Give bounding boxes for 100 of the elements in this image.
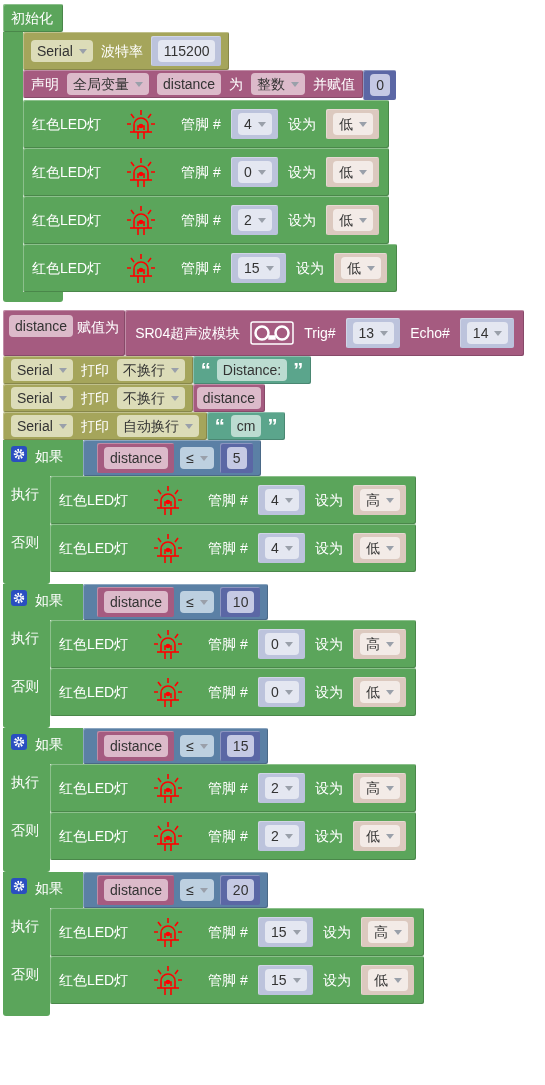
led-block[interactable]: 红色LED灯 管脚 # 0 设为 高	[50, 620, 416, 668]
print-block[interactable]: Serial 打印 自动换行	[3, 412, 207, 440]
branch-label: 执行	[11, 774, 39, 790]
print-block[interactable]: Serial 打印 不换行	[3, 384, 193, 412]
block-label: 设为	[287, 210, 316, 230]
led-block[interactable]: 红色LED灯 管脚 # 15 设为 低	[23, 244, 397, 292]
dropdown[interactable]: 15	[237, 257, 280, 279]
compare-block[interactable]: distance ≤ 20	[83, 872, 269, 908]
dropdown[interactable]: 高	[359, 633, 400, 655]
dropdown[interactable]: 2	[237, 209, 272, 231]
dropdown[interactable]: 4	[264, 537, 299, 559]
serial-begin-block[interactable]: Serial 波特率 115200	[23, 32, 230, 70]
variable-name-field[interactable]: distance	[157, 73, 222, 95]
variable-field[interactable]: distance	[104, 735, 169, 757]
dropdown[interactable]: 整数	[251, 73, 306, 95]
quote-mark: ”	[267, 416, 278, 436]
dropdown[interactable]: 15	[264, 969, 307, 991]
if-label: 如果	[35, 879, 63, 898]
caret-icon	[385, 641, 394, 647]
dropdown[interactable]: 不换行	[116, 387, 185, 409]
text-block[interactable]: “ cm ”	[206, 412, 286, 440]
led-block[interactable]: 红色LED灯 管脚 # 2 设为 高	[50, 764, 416, 812]
block-label: 红色LED灯	[59, 970, 129, 990]
dropdown[interactable]: 低	[359, 537, 400, 559]
dropdown[interactable]: 4	[264, 489, 299, 511]
dropdown[interactable]: 高	[359, 777, 400, 799]
declare-block[interactable]: 声明 全局变量 distance 为 整数 并赋值	[23, 70, 364, 98]
led-block[interactable]: 红色LED灯 管脚 # 15 设为 低	[50, 956, 424, 1004]
dropdown[interactable]: ≤	[180, 591, 214, 613]
block-label: 红色LED灯	[32, 258, 102, 278]
dropdown[interactable]: 低	[359, 825, 400, 847]
dropdown[interactable]: 低	[332, 161, 373, 183]
led-block[interactable]: 红色LED灯 管脚 # 0 设为 低	[23, 148, 389, 196]
led-block[interactable]: 红色LED灯 管脚 # 2 设为 低	[50, 812, 416, 860]
dropdown[interactable]: 2	[264, 777, 299, 799]
caret-icon	[494, 330, 503, 336]
number-field[interactable]: 5	[226, 447, 247, 469]
led-block[interactable]: 红色LED灯 管脚 # 0 设为 低	[50, 668, 416, 716]
variable-field[interactable]: distance	[104, 591, 169, 613]
dropdown[interactable]: 自动换行	[116, 415, 199, 437]
dropdown[interactable]: Serial	[11, 387, 73, 409]
number-field[interactable]: 10	[226, 591, 255, 613]
block-label: 管脚 #	[181, 258, 221, 278]
led-block[interactable]: 红色LED灯 管脚 # 4 设为 高	[50, 476, 416, 524]
dropdown[interactable]: 0	[264, 681, 299, 703]
dropdown[interactable]: ≤	[180, 735, 214, 757]
block-label: 红色LED灯	[59, 538, 129, 558]
variable-field[interactable]: distance	[104, 447, 169, 469]
block-label: 红色LED灯	[59, 826, 129, 846]
number-field[interactable]: 20	[226, 879, 255, 901]
dropdown[interactable]: 低	[332, 113, 373, 135]
dropdown[interactable]: ≤	[180, 447, 214, 469]
print-block[interactable]: Serial 打印 不换行	[3, 356, 193, 384]
text-field[interactable]: Distance:	[216, 359, 288, 381]
dropdown[interactable]: 低	[332, 209, 373, 231]
led-icon	[152, 484, 185, 516]
dropdown[interactable]: 0	[237, 161, 272, 183]
variable-field[interactable]: distance	[9, 315, 74, 337]
number-field[interactable]: 115200	[157, 40, 216, 62]
dropdown[interactable]: 低	[367, 969, 408, 991]
led-block[interactable]: 红色LED灯 管脚 # 2 设为 低	[23, 196, 389, 244]
dropdown[interactable]: Serial	[11, 415, 73, 437]
sensor-block[interactable]: SR04超声波模块 Trig# 13 Echo# 14	[125, 310, 525, 356]
caret-icon	[292, 977, 301, 983]
variable-field[interactable]: distance	[104, 879, 169, 901]
led-block[interactable]: 红色LED灯 管脚 # 15 设为 高	[50, 908, 424, 956]
led-icon	[125, 252, 158, 284]
text-block[interactable]: “ Distance: ”	[192, 356, 312, 384]
dropdown[interactable]: 4	[237, 113, 272, 135]
setup-block-label: 初始化	[3, 4, 63, 32]
number-field[interactable]: 15	[226, 735, 255, 757]
dropdown[interactable]: ≤	[180, 879, 214, 901]
dropdown[interactable]: 全局变量	[67, 73, 149, 95]
assign-block[interactable]: distance 赋值为	[3, 310, 126, 356]
dropdown[interactable]: 高	[359, 489, 400, 511]
compare-block[interactable]: distance ≤ 10	[83, 584, 269, 620]
dropdown[interactable]: Serial	[11, 359, 73, 381]
dropdown[interactable]: 低	[359, 681, 400, 703]
dropdown[interactable]: 低	[340, 257, 381, 279]
branch-label: 否则	[11, 966, 39, 982]
caret-icon	[358, 217, 367, 223]
dropdown[interactable]: Serial	[31, 40, 93, 62]
text-field[interactable]: cm	[230, 415, 262, 437]
compare-block[interactable]: distance ≤ 5	[83, 440, 261, 476]
dropdown[interactable]: 高	[367, 921, 408, 943]
dropdown[interactable]: 2	[264, 825, 299, 847]
dropdown[interactable]: 15	[264, 921, 307, 943]
dropdown[interactable]: 不换行	[116, 359, 185, 381]
led-block[interactable]: 红色LED灯 管脚 # 4 设为 低	[50, 524, 416, 572]
caret-icon	[199, 743, 208, 749]
block-label: SR04超声波模块	[135, 323, 241, 343]
number-field[interactable]: 0	[370, 74, 390, 96]
led-block[interactable]: 红色LED灯 管脚 # 4 设为 低	[23, 100, 389, 148]
dropdown[interactable]: 0	[264, 633, 299, 655]
dropdown[interactable]: 13	[352, 322, 395, 344]
block-label: 红色LED灯	[32, 114, 102, 134]
block-label: 为	[229, 74, 244, 94]
compare-block[interactable]: distance ≤ 15	[83, 728, 269, 764]
led-icon	[152, 772, 185, 804]
dropdown[interactable]: 14	[466, 322, 509, 344]
